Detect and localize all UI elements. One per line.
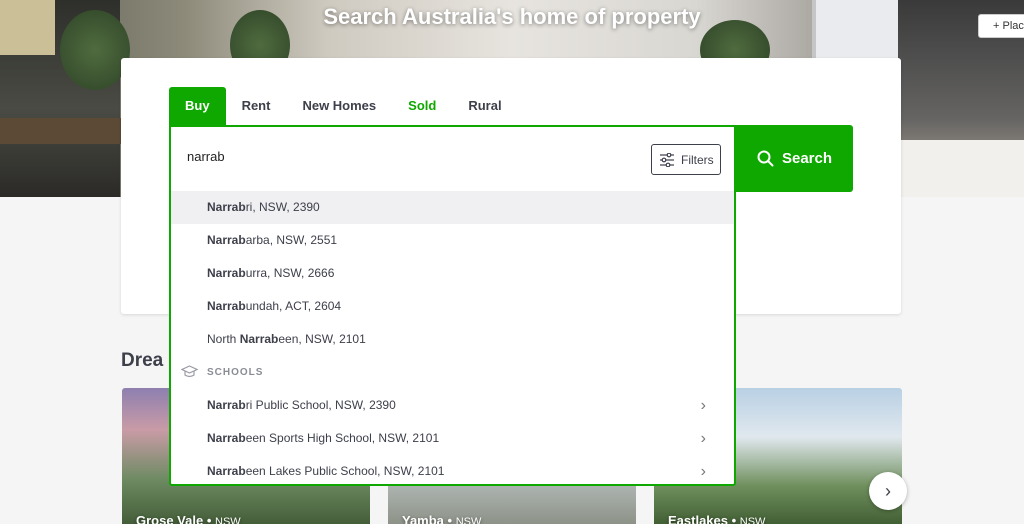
tile-state: NSW (215, 516, 241, 524)
suggestion-rest: undah, ACT, 2604 (245, 299, 342, 313)
match-text: Narrab (207, 299, 246, 313)
match-text: Narrab (207, 200, 246, 214)
match-text: Narrab (207, 398, 246, 412)
match-text: Narrab (207, 233, 246, 247)
suggestion-list: Narrabri, NSW, 2390 Narrabarba, NSW, 255… (171, 191, 734, 488)
graduation-cap-icon (181, 365, 198, 378)
carousel-next-button[interactable]: › (869, 472, 907, 510)
match-text: Narrab (207, 431, 246, 445)
tile-label: Yamba • NSW (402, 513, 481, 524)
match-text: Narrab (239, 332, 279, 346)
search-button[interactable]: Search (736, 125, 853, 192)
tab-rural[interactable]: Rural (452, 87, 517, 125)
suggestion-rest: ri, NSW, 2390 (245, 200, 320, 214)
search-input[interactable] (187, 149, 487, 164)
suggestion-item[interactable]: Narrabarba, NSW, 2551 (171, 224, 734, 257)
filters-button[interactable]: Filters (651, 144, 721, 175)
suggestion-rest: een, NSW, 2101 (278, 332, 366, 346)
suggestion-rest: een Lakes Public School, NSW, 2101 (245, 464, 445, 478)
match-text: Narrab (207, 266, 246, 280)
suggestion-rest: arba, NSW, 2551 (245, 233, 338, 247)
match-text: Narrab (207, 464, 246, 478)
tab-sold[interactable]: Sold (392, 87, 452, 125)
suggestion-rest: urra, NSW, 2666 (245, 266, 335, 280)
suggestion-prefix: North (207, 332, 240, 346)
schools-section-header: SCHOOLS (171, 356, 734, 389)
suggestion-item[interactable]: North Narrabeen, NSW, 2101 (171, 323, 734, 356)
chevron-right-icon: › (885, 480, 891, 501)
search-icon (757, 150, 774, 167)
suggestion-item[interactable]: Narrabri, NSW, 2390 (171, 191, 734, 224)
tile-label: Grose Vale • NSW (136, 513, 241, 524)
suggestion-rest: een Sports High School, NSW, 2101 (245, 431, 440, 445)
chevron-right-icon: › (700, 397, 706, 414)
suggestion-item[interactable]: Narraburra, NSW, 2666 (171, 257, 734, 290)
chevron-right-icon: › (700, 430, 706, 447)
hero-decor (0, 118, 122, 144)
suggestion-rest: ri Public School, NSW, 2390 (245, 398, 396, 412)
tile-name: Eastlakes (668, 513, 728, 524)
tile-state: NSW (455, 516, 482, 524)
filters-icon (660, 152, 674, 167)
hero-decor (898, 140, 1024, 197)
tab-buy[interactable]: Buy (169, 87, 226, 125)
schools-heading: SCHOOLS (207, 367, 264, 378)
school-item[interactable]: Narrabeen Sports High School, NSW, 2101 › (171, 422, 734, 455)
tile-state: NSW (739, 516, 766, 524)
search-dropdown: Filters Narrabri, NSW, 2390 Narrabarba, … (169, 125, 736, 486)
dream-heading: Drea (121, 350, 164, 371)
tile-name: Yamba (402, 513, 444, 524)
school-item[interactable]: Narrabri Public School, NSW, 2390 › (171, 389, 734, 422)
tile-label: Eastlakes • NSW (668, 513, 765, 524)
chevron-right-icon: › (700, 463, 706, 480)
place-ad-button[interactable]: + Place (978, 14, 1024, 38)
search-button-label: Search (781, 150, 833, 167)
tile-name: Grose Vale (136, 513, 204, 524)
filters-label: Filters (681, 152, 714, 167)
tab-new-homes[interactable]: New Homes (286, 87, 392, 125)
school-item[interactable]: Narrabeen Lakes Public School, NSW, 2101… (171, 455, 734, 488)
search-tabs: Buy Rent New Homes Sold Rural (169, 87, 518, 125)
tab-rent[interactable]: Rent (226, 87, 287, 125)
hero-title: Search Australia's home of property (323, 4, 701, 29)
suggestion-item[interactable]: Narrabundah, ACT, 2604 (171, 290, 734, 323)
